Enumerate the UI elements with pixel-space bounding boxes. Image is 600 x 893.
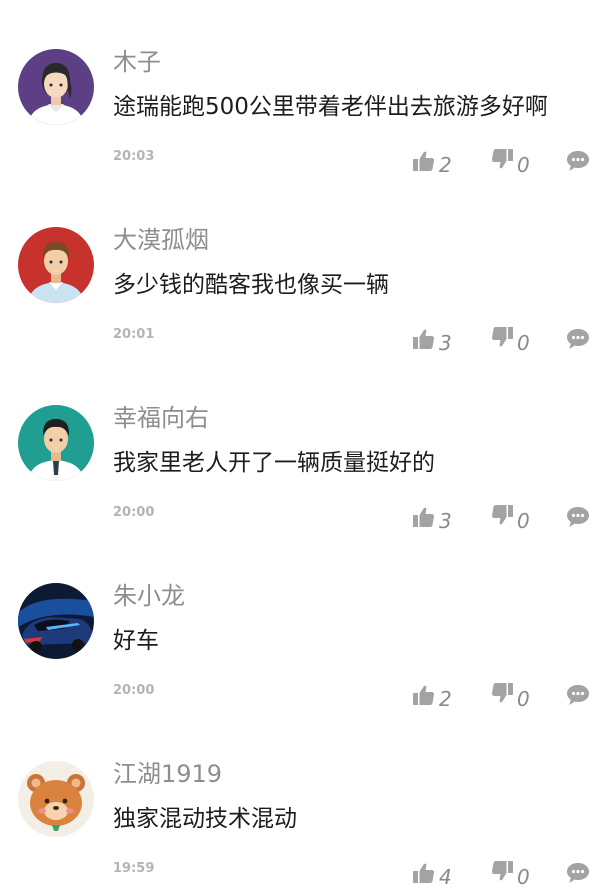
comment-text: 我家里老人开了一辆质量挺好的	[113, 450, 435, 476]
comment-text: 独家混动技术混动	[113, 806, 297, 832]
dislike-count: 0	[517, 509, 530, 533]
dislike-button[interactable]: 0	[491, 325, 531, 357]
username[interactable]: 朱小龙	[113, 580, 185, 612]
comment-item: 朱小龙 好车 20:00 2 0	[0, 534, 600, 712]
thumbs-up-icon	[413, 863, 434, 883]
user-avatar[interactable]	[18, 405, 94, 481]
like-button[interactable]: 3	[413, 325, 459, 357]
thumbs-down-icon	[492, 149, 513, 169]
comment-time: 20:00	[113, 683, 155, 698]
like-count: 4	[439, 865, 452, 889]
comment-time: 20:01	[113, 327, 155, 342]
comment-text: 多少钱的酷客我也像买一辆	[113, 272, 389, 298]
comment-text: 途瑞能跑500公里带着老伴出去旅游多好啊	[113, 94, 548, 120]
dislike-button[interactable]: 0	[491, 681, 531, 713]
comment-text: 好车	[113, 628, 159, 654]
comment-time: 20:03	[113, 149, 155, 164]
dislike-count: 0	[517, 331, 530, 355]
like-count: 2	[439, 687, 452, 711]
username[interactable]: 幸福向右	[113, 402, 209, 434]
thumbs-up-icon	[413, 507, 434, 527]
speech-bubble-icon	[567, 685, 589, 705]
bear-avatar-icon	[18, 761, 94, 837]
reply-button[interactable]	[566, 328, 590, 350]
reply-button[interactable]	[566, 684, 590, 706]
thumbs-down-icon	[492, 327, 513, 347]
username[interactable]: 木子	[113, 46, 161, 78]
like-button[interactable]: 2	[413, 147, 459, 179]
woman-avatar-icon	[18, 49, 94, 125]
username[interactable]: 江湖1919	[113, 758, 222, 790]
dislike-button[interactable]: 0	[491, 859, 531, 891]
thumbs-down-icon	[492, 505, 513, 525]
like-button[interactable]: 4	[413, 859, 459, 891]
like-count: 2	[439, 153, 452, 177]
dislike-count: 0	[517, 153, 530, 177]
man-avatar-icon	[18, 405, 94, 481]
dislike-button[interactable]: 0	[491, 147, 531, 179]
comment-item: 幸福向右 我家里老人开了一辆质量挺好的 20:00 3 0	[0, 356, 600, 534]
dislike-count: 0	[517, 865, 530, 889]
man-avatar-icon	[18, 227, 94, 303]
comment-item: 大漠孤烟 多少钱的酷客我也像买一辆 20:01 3 0	[0, 178, 600, 356]
like-button[interactable]: 3	[413, 503, 459, 535]
user-avatar[interactable]	[18, 761, 94, 837]
reply-button[interactable]	[566, 506, 590, 528]
user-avatar[interactable]	[18, 49, 94, 125]
thumbs-down-icon	[492, 683, 513, 703]
comment-item: 木子 途瑞能跑500公里带着老伴出去旅游多好啊 20:03 2 0	[0, 0, 600, 178]
thumbs-up-icon	[413, 329, 434, 349]
comment-item: 江湖1919 独家混动技术混动 19:59 4 0	[0, 712, 600, 890]
car-photo-icon	[18, 583, 94, 659]
thumbs-down-icon	[492, 861, 513, 881]
speech-bubble-icon	[567, 863, 589, 883]
like-count: 3	[439, 509, 452, 533]
speech-bubble-icon	[567, 329, 589, 349]
user-avatar[interactable]	[18, 583, 94, 659]
comment-time: 19:59	[113, 861, 155, 876]
speech-bubble-icon	[567, 507, 589, 527]
thumbs-up-icon	[413, 151, 434, 171]
dislike-count: 0	[517, 687, 530, 711]
dislike-button[interactable]: 0	[491, 503, 531, 535]
like-count: 3	[439, 331, 452, 355]
thumbs-up-icon	[413, 685, 434, 705]
reply-button[interactable]	[566, 862, 590, 884]
like-button[interactable]: 2	[413, 681, 459, 713]
comment-time: 20:00	[113, 505, 155, 520]
speech-bubble-icon	[567, 151, 589, 171]
username[interactable]: 大漠孤烟	[113, 224, 209, 256]
reply-button[interactable]	[566, 150, 590, 172]
user-avatar[interactable]	[18, 227, 94, 303]
